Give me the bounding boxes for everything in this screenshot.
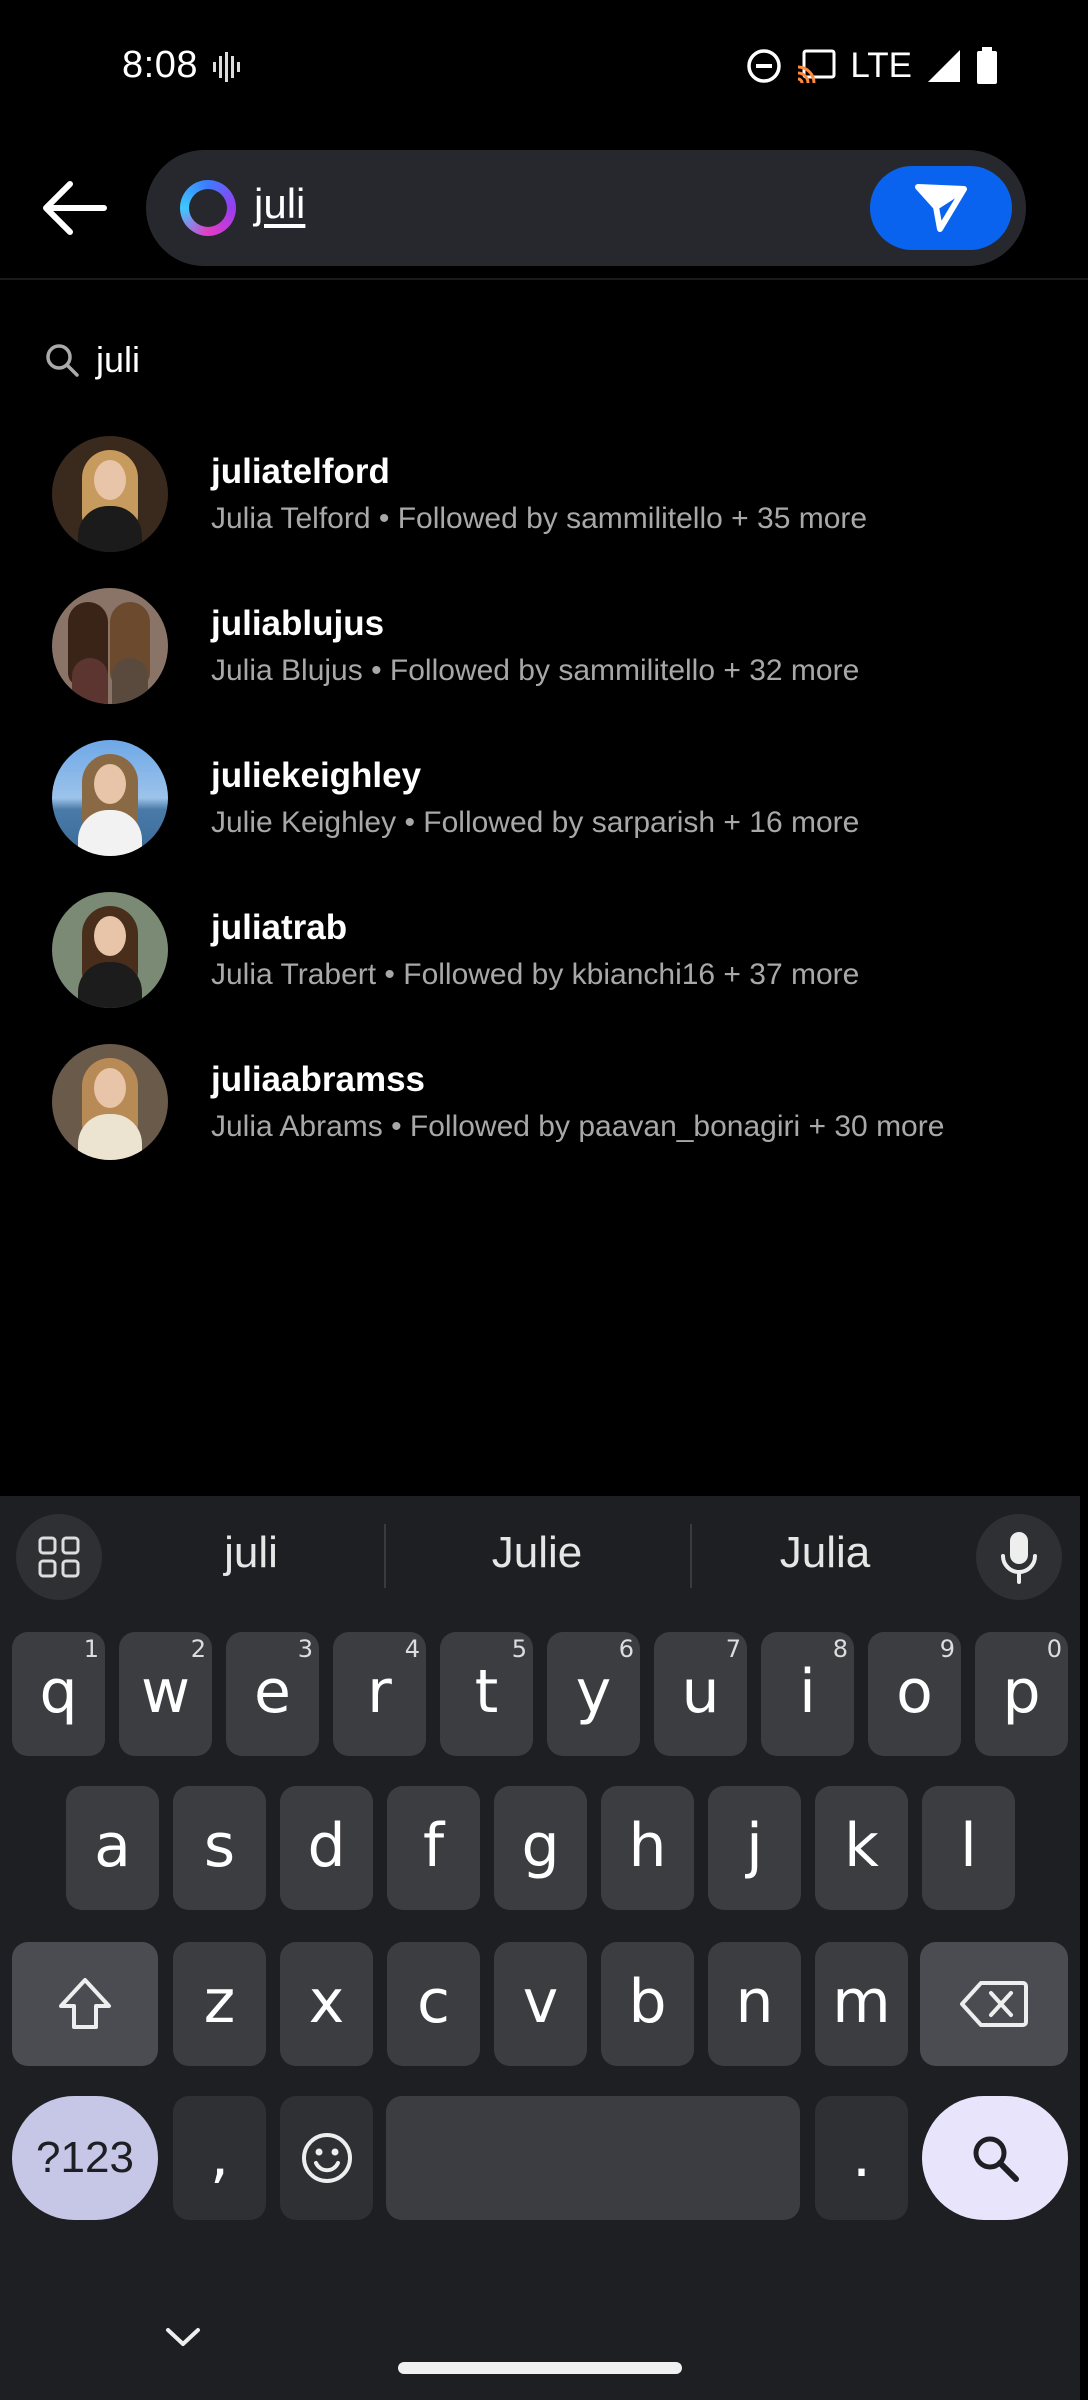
battery-icon (977, 47, 997, 84)
backspace-icon (960, 1981, 1028, 2027)
send-button[interactable] (870, 166, 1012, 250)
space-key[interactable] (386, 2096, 800, 2220)
microphone-icon (1001, 1532, 1037, 1584)
key-p[interactable]: p0 (975, 1632, 1068, 1756)
key-h[interactable]: h (601, 1786, 694, 1910)
grid-icon (38, 1536, 80, 1578)
list-item[interactable]: juliekeighley Julie Keighley • Followed … (0, 736, 1088, 888)
search-suggestion-text: juli (96, 339, 141, 380)
key-q[interactable]: q1 (12, 1632, 105, 1756)
suggestion-divider (690, 1524, 692, 1588)
backspace-key[interactable] (920, 1942, 1068, 2066)
key-n[interactable]: n (708, 1942, 801, 2066)
period-key[interactable]: . (815, 2096, 908, 2220)
network-type: LTE (850, 46, 912, 85)
key-r[interactable]: r4 (333, 1632, 426, 1756)
do-not-disturb-icon (747, 49, 782, 83)
search-icon (46, 344, 79, 377)
key-u[interactable]: u7 (654, 1632, 747, 1756)
key-t[interactable]: t5 (440, 1632, 533, 1756)
key-d[interactable]: d (280, 1786, 373, 1910)
avatar (52, 892, 168, 1008)
key-y[interactable]: y6 (547, 1632, 640, 1756)
result-subtitle: Julia Trabert • Followed by kbianchi16 +… (211, 958, 860, 991)
vibrate-icon (213, 52, 240, 82)
home-indicator[interactable] (398, 2362, 682, 2374)
signal-icon (928, 50, 960, 82)
avatar (52, 588, 168, 704)
cast-icon (798, 49, 836, 83)
result-username: juliatrab (211, 908, 348, 947)
key-l[interactable]: l (922, 1786, 1015, 1910)
key-e[interactable]: e3 (226, 1632, 319, 1756)
hide-keyboard-icon[interactable] (164, 2324, 202, 2350)
emoji-icon (301, 2133, 352, 2183)
send-icon (915, 184, 967, 232)
status-time: 8:08 (122, 44, 198, 86)
screen-edge (1080, 1496, 1088, 2400)
comma-key[interactable]: , (173, 2096, 266, 2220)
key-a[interactable]: a (66, 1786, 159, 1910)
key-x[interactable]: x (280, 1942, 373, 2066)
result-subtitle: Julia Telford • Followed by sammilitello… (211, 502, 868, 535)
voice-input-button[interactable] (976, 1514, 1062, 1600)
key-m[interactable]: m (815, 1942, 908, 2066)
result-username: juliablujus (211, 604, 385, 643)
avatar (52, 1044, 168, 1160)
key-g[interactable]: g (494, 1786, 587, 1910)
results-list: juliatelford Julia Telford • Followed by… (0, 432, 1088, 1192)
search-input[interactable]: juli (254, 180, 305, 228)
list-item[interactable]: juliatrab Julia Trabert • Followed by kb… (0, 888, 1088, 1040)
key-z[interactable]: z (173, 1942, 266, 2066)
shift-key[interactable] (12, 1942, 158, 2066)
keyboard-suggestion[interactable]: Julie (412, 1528, 662, 1578)
keyboard: juli Julie Julia q1 w2 e3 r4 t5 y6 u7 i8… (0, 1496, 1080, 2400)
list-item[interactable]: juliablujus Julia Blujus • Followed by s… (0, 584, 1088, 736)
header-divider (0, 278, 1088, 280)
key-b[interactable]: b (601, 1942, 694, 2066)
result-username: juliekeighley (211, 756, 422, 795)
search-suggestion[interactable]: juli (44, 330, 140, 390)
avatar (52, 436, 168, 552)
key-s[interactable]: s (173, 1786, 266, 1910)
search-bar[interactable]: juli (146, 150, 1026, 266)
result-username: juliatelford (211, 452, 390, 491)
suggestion-divider (384, 1524, 386, 1588)
result-subtitle: Julia Blujus • Followed by sammilitello … (211, 654, 860, 687)
avatar (52, 740, 168, 856)
list-item[interactable]: juliatelford Julia Telford • Followed by… (0, 432, 1088, 584)
keyboard-suggestion[interactable]: juli (126, 1528, 376, 1578)
key-o[interactable]: o9 (868, 1632, 961, 1756)
key-i[interactable]: i8 (761, 1632, 854, 1756)
shift-icon (59, 1978, 111, 2029)
search-key[interactable] (922, 2096, 1068, 2220)
result-username: juliaabramss (211, 1060, 425, 1099)
key-v[interactable]: v (494, 1942, 587, 2066)
emoji-key[interactable] (280, 2096, 373, 2220)
key-j[interactable]: j (708, 1786, 801, 1910)
result-subtitle: Julia Abrams • Followed by paavan_bonagi… (211, 1110, 945, 1143)
list-item[interactable]: juliaabramss Julia Abrams • Followed by … (0, 1040, 1088, 1192)
key-k[interactable]: k (815, 1786, 908, 1910)
search-icon (973, 2136, 1019, 2182)
back-arrow-icon[interactable] (38, 178, 108, 238)
symbols-key[interactable]: ?123 (12, 2096, 158, 2220)
key-w[interactable]: w2 (119, 1632, 212, 1756)
meta-ai-icon (180, 180, 236, 236)
result-subtitle: Julie Keighley • Followed by sarparish +… (211, 806, 860, 839)
key-f[interactable]: f (387, 1786, 480, 1910)
keyboard-menu-button[interactable] (16, 1514, 102, 1600)
keyboard-suggestion[interactable]: Julia (700, 1528, 950, 1578)
key-c[interactable]: c (387, 1942, 480, 2066)
status-bar: 8:08 LTE (0, 0, 1088, 134)
